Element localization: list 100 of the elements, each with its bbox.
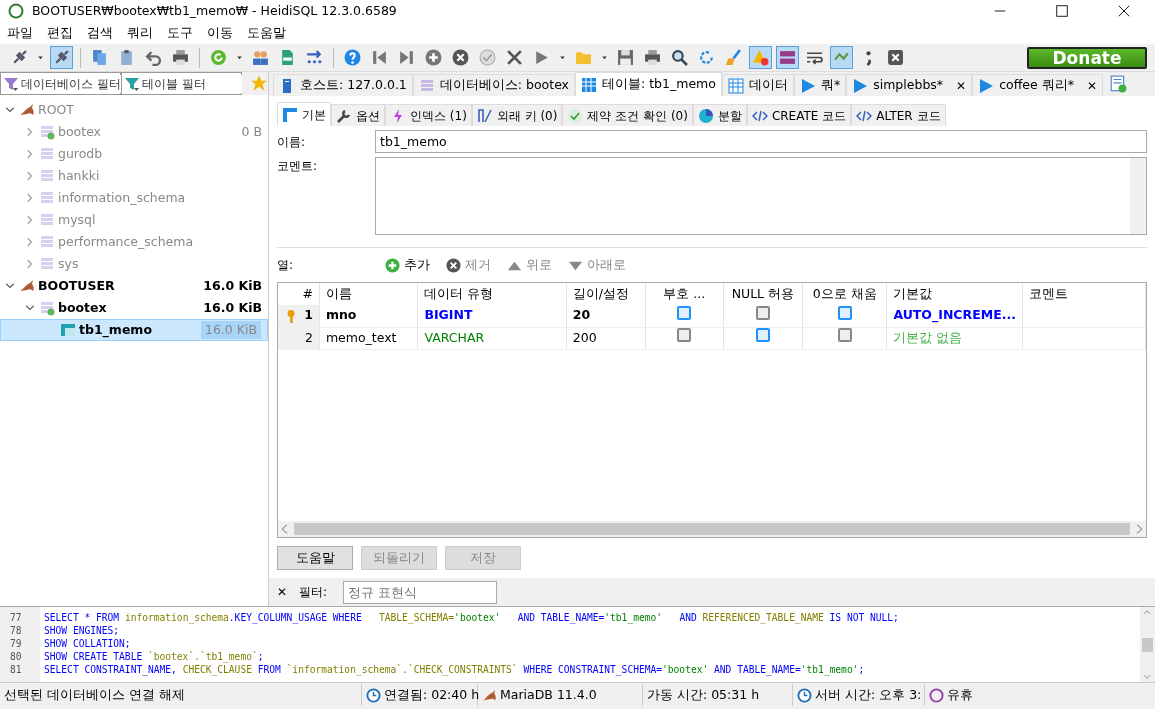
column-header[interactable]: 길이/설정 <box>566 283 646 305</box>
tree-item[interactable]: BOOTUSER 16.0 KiB <box>0 275 268 297</box>
tab[interactable]: 제약 조건 확인 (0) <box>562 104 693 126</box>
column-header[interactable]: 0으로 채움 <box>802 283 887 305</box>
column-header[interactable]: 부호 ... <box>645 283 724 305</box>
play-icon <box>978 77 995 94</box>
tab[interactable]: 테이블: tb1_memo <box>575 72 722 96</box>
caret-icon <box>558 53 567 62</box>
plug-icon <box>53 49 70 66</box>
tab[interactable]: 쿼* <box>793 74 847 96</box>
column-header[interactable]: NULL 허용 <box>723 283 803 305</box>
line-number: 77 <box>10 611 23 624</box>
tab[interactable]: 데이터 <box>721 74 794 96</box>
maximize-icon[interactable] <box>1055 4 1069 18</box>
menu-item[interactable]: 편집 <box>40 23 80 43</box>
table-cell: BIGINT <box>417 305 567 327</box>
filter-field[interactable]: 테이블 필터 <box>121 72 242 95</box>
tab[interactable]: CREATE 코드 <box>746 104 852 126</box>
checkbox[interactable] <box>677 328 692 343</box>
table-cell: 20 <box>566 305 646 327</box>
checkbox[interactable] <box>755 328 770 343</box>
scroll-down-icon[interactable] <box>1140 672 1154 682</box>
tree-item[interactable]: information_schema <box>0 187 268 209</box>
tab[interactable]: simplebbs* ✕ <box>846 74 973 96</box>
database-icon <box>39 212 55 228</box>
status-text: MariaDB 11.4.0 <box>500 685 597 704</box>
toolbar-button[interactable] <box>50 46 73 69</box>
tree-item[interactable]: sys <box>0 253 268 275</box>
star-icon[interactable] <box>250 74 268 92</box>
tab[interactable]: 분할 <box>692 104 747 126</box>
database-icon <box>39 190 55 206</box>
close-tab-button[interactable]: ✕ <box>948 76 967 95</box>
line-number: 78 <box>10 624 23 637</box>
filter-field[interactable]: 정규 표현식 <box>343 580 498 604</box>
last-icon <box>398 49 415 66</box>
menu-item[interactable]: 도움말 <box>240 23 293 43</box>
filter-field[interactable]: 데이터베이스 필터 <box>0 72 121 95</box>
sql-line: SHOW CREATE TABLE `bootex`.`tb1_memo`; <box>44 650 265 663</box>
menu-item[interactable]: 검색 <box>80 23 120 43</box>
check-icon <box>479 49 496 66</box>
users-icon <box>252 49 269 66</box>
status-text: 연결됨: 02:40 h <box>384 685 480 704</box>
folder-icon <box>575 49 592 66</box>
pie-chart-icon <box>697 107 714 124</box>
close-tab-button[interactable]: ✕ <box>1078 76 1097 95</box>
tree-item[interactable]: bootex 0 B <box>0 121 268 143</box>
tree-item[interactable]: ROOT <box>0 99 268 121</box>
tab[interactable]: 외래 키 (0) <box>471 104 563 126</box>
column-header[interactable]: 코멘트 <box>1022 283 1146 305</box>
tab[interactable]: 호스트: 127.0.0.1 <box>273 74 413 96</box>
checkbox[interactable] <box>755 305 770 320</box>
search-icon <box>671 49 688 66</box>
column-header[interactable]: 데이터 유형 <box>417 283 567 305</box>
menu-item[interactable]: 도구 <box>160 23 200 43</box>
menu-item[interactable]: 파일 <box>0 23 40 43</box>
tab[interactable]: 인덱스 (1) <box>385 104 472 126</box>
add-icon <box>425 49 442 66</box>
database-icon <box>39 146 55 162</box>
csv-file-icon <box>279 49 296 66</box>
comment-field[interactable] <box>375 157 1147 235</box>
close-button[interactable]: ✕ <box>277 583 288 601</box>
tree-item[interactable]: performance_schema <box>0 231 268 253</box>
menu-item[interactable]: 이동 <box>200 23 240 43</box>
warning-icon <box>752 49 769 66</box>
scrollbar-thumb[interactable] <box>294 523 1130 535</box>
table-cell: 200 <box>566 327 646 349</box>
tab[interactable]: 기본 <box>277 102 331 126</box>
tab[interactable]: 데이터베이스: bootex <box>412 74 575 96</box>
name-field[interactable]: tb1_memo <box>375 130 1147 153</box>
column-header[interactable]: 기본값 <box>886 283 1023 305</box>
close-icon[interactable] <box>1117 4 1131 18</box>
field-label: 필터: <box>299 584 328 601</box>
checkbox[interactable] <box>837 328 852 343</box>
refresh-icon <box>210 49 227 66</box>
circle-icon <box>929 687 944 703</box>
toolbar-button[interactable]: 추가 <box>377 255 438 275</box>
scrollbar-thumb[interactable] <box>1142 637 1153 652</box>
tree-item[interactable]: mysql <box>0 209 268 231</box>
tab[interactable]: coffee 쿼리* ✕ <box>972 74 1103 96</box>
toolbar-button[interactable] <box>776 46 799 69</box>
table-cell: memo_text <box>319 327 418 349</box>
caret-icon <box>235 53 244 62</box>
column-header[interactable]: 이름 <box>319 283 418 305</box>
menu-item[interactable]: 쿼리 <box>120 23 160 43</box>
checkbox[interactable] <box>837 305 852 320</box>
replace-icon <box>698 49 715 66</box>
tree-item[interactable]: bootex 16.0 KiB <box>0 297 268 319</box>
tree-item[interactable]: hankki <box>0 165 268 187</box>
tree-item[interactable]: tb1_memo 16.0 KiB <box>0 319 268 341</box>
tab[interactable]: 옵션 <box>331 104 385 126</box>
new-tab-icon[interactable] <box>1108 75 1127 93</box>
play-icon <box>852 77 869 94</box>
tab[interactable]: ALTER 코드 <box>851 104 946 126</box>
funnel-icon <box>3 75 19 92</box>
tree-item[interactable]: gurodb <box>0 143 268 165</box>
row-number: 1 <box>304 306 313 325</box>
action-button[interactable]: 도움말 <box>277 546 353 570</box>
checkbox[interactable] <box>677 305 692 320</box>
sql-line: SHOW ENGINES; <box>44 624 121 637</box>
save-icon <box>617 49 634 66</box>
